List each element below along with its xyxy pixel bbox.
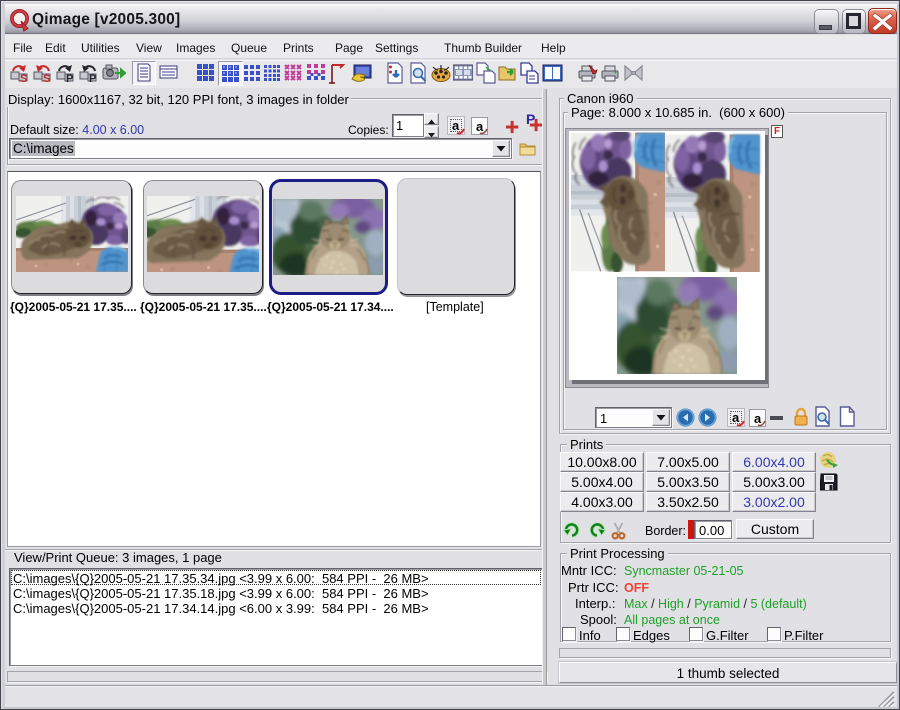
svg-text:S: S [43, 73, 50, 83]
svg-text:P: P [89, 73, 96, 83]
svg-text:S: S [20, 73, 27, 83]
svg-text:P: P [66, 73, 73, 83]
